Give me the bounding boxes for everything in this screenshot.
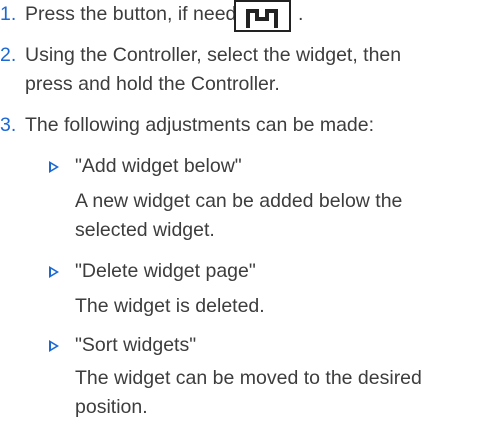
- step-text: The following adjustments can be made:: [25, 114, 375, 136]
- step-3: 3. The following adjustments can be made…: [0, 111, 491, 140]
- option-description: A new widget can be added below the sele…: [75, 187, 491, 245]
- option-description: The widget is deleted.: [75, 292, 491, 321]
- option-description-line: A new widget can be added below the: [75, 190, 403, 212]
- triangle-bullet-icon: [49, 340, 59, 352]
- option-delete-widget-page: "Delete widget page": [49, 257, 489, 286]
- step-number: 3.: [0, 114, 17, 136]
- option-sort-widgets: "Sort widgets": [49, 331, 489, 360]
- option-description-line: selected widget.: [75, 219, 215, 241]
- home-button-icon: [234, 0, 291, 32]
- option-label: "Sort widgets": [75, 334, 197, 356]
- step-1: 1. Press the button, if needed .: [0, 0, 491, 32]
- option-description-line: The widget is deleted.: [75, 295, 265, 317]
- step-trailing: .: [298, 3, 304, 25]
- step-number: 1.: [0, 3, 17, 25]
- triangle-bullet-icon: [49, 161, 59, 173]
- step-number: 2.: [0, 44, 17, 66]
- option-description-line: The widget can be moved to the desired: [75, 367, 422, 389]
- option-description-line: position.: [75, 396, 148, 418]
- triangle-bullet-icon: [49, 266, 59, 278]
- step-2: 2. Using the Controller, select the widg…: [0, 41, 491, 99]
- option-label: "Add widget below": [75, 155, 242, 177]
- step-text-line-1: Using the Controller, select the widget,…: [25, 44, 402, 66]
- step-text-line-2: press and hold the Controller.: [25, 73, 280, 95]
- option-label: "Delete widget page": [75, 260, 256, 282]
- instruction-page: 1. Press the button, if needed . 2. Usin…: [0, 0, 491, 419]
- option-add-widget-below: "Add widget below": [49, 152, 489, 181]
- option-description: The widget can be moved to the desired p…: [75, 364, 491, 419]
